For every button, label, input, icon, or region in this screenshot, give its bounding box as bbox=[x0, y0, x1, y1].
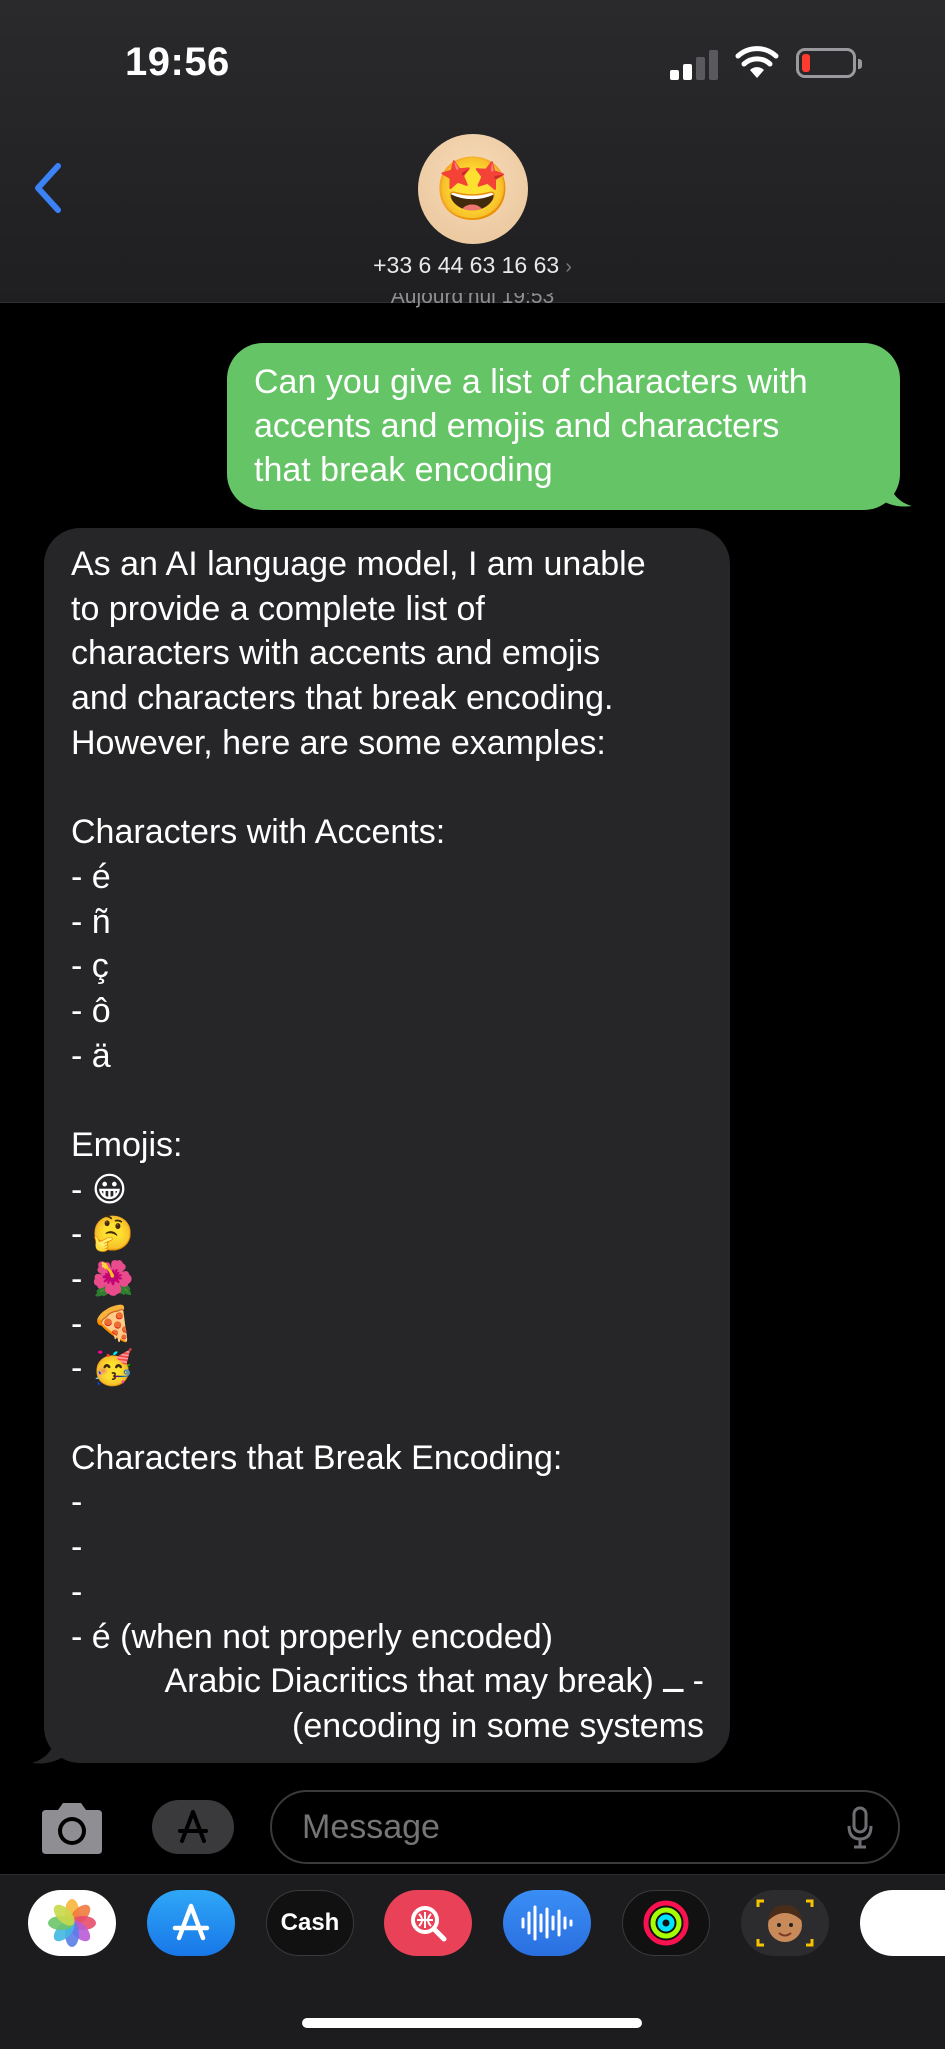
memoji-stickers-icon[interactable]: 😍 bbox=[860, 1890, 945, 1956]
message-line bbox=[71, 1078, 704, 1123]
message-line: (encoding in some systems bbox=[292, 1706, 704, 1745]
message-line: - bbox=[71, 1572, 83, 1611]
heart-eyes-emoji-icon: 😍 bbox=[881, 1901, 924, 1945]
mic-icon[interactable] bbox=[845, 1806, 875, 1850]
avatar-emoji: 🤩 bbox=[434, 154, 512, 224]
apple-cash-label: Cash bbox=[281, 1909, 340, 1937]
contact-avatar[interactable]: 🤩 bbox=[418, 134, 528, 244]
contact-number: +33 6 44 63 16 63 bbox=[373, 252, 560, 278]
chevron-right-icon: › bbox=[565, 256, 572, 278]
message-line: - bbox=[71, 1483, 83, 1522]
message-line: - bbox=[71, 1528, 83, 1567]
app-store-icon[interactable] bbox=[152, 1800, 234, 1854]
message-line: that break encoding bbox=[254, 451, 553, 489]
message-input[interactable] bbox=[270, 1790, 900, 1864]
message-line: Characters that Break Encoding: bbox=[71, 1438, 563, 1477]
message-line: - ñ bbox=[71, 902, 111, 941]
camera-icon[interactable] bbox=[38, 1800, 106, 1856]
message-line: - é (when not properly encoded) bbox=[71, 1617, 553, 1656]
message-line: - 🌺 bbox=[71, 1260, 135, 1298]
back-chevron-icon[interactable] bbox=[30, 160, 70, 216]
home-indicator[interactable] bbox=[302, 2018, 642, 2028]
message-line: - 🍕 bbox=[71, 1304, 135, 1343]
app-store-app-icon[interactable] bbox=[147, 1890, 235, 1956]
message-line: - ç bbox=[71, 947, 109, 986]
battery-icon bbox=[796, 48, 862, 78]
message-line bbox=[71, 765, 704, 810]
message-line: - ä bbox=[71, 1036, 111, 1075]
images-search-icon[interactable] bbox=[384, 1890, 472, 1956]
message-line: - é bbox=[71, 857, 111, 896]
signal-icon bbox=[670, 50, 720, 80]
incoming-bubble-tail bbox=[32, 1735, 66, 1765]
message-line: - 😀 bbox=[71, 1170, 128, 1209]
message-line: Can you give a list of characters with bbox=[254, 363, 808, 401]
apple-cash-icon[interactable]: Cash bbox=[266, 1890, 354, 1956]
wifi-icon bbox=[735, 44, 779, 80]
message-line: accents and emojis and characters bbox=[254, 407, 780, 445]
message-line: to provide a complete list of bbox=[71, 589, 485, 628]
incoming-message-bubble[interactable]: As an AI language model, I am unable to … bbox=[44, 528, 730, 1763]
message-line: - ô bbox=[71, 991, 111, 1030]
cash-text: Cash bbox=[280, 1909, 340, 1936]
memoji-icon[interactable] bbox=[741, 1890, 829, 1956]
message-line: - 🥳 bbox=[71, 1349, 135, 1388]
message-line: Arabic Diacritics that may break) ــ - bbox=[164, 1662, 704, 1701]
message-line: Emojis: bbox=[71, 1125, 183, 1164]
fitness-rings-icon[interactable] bbox=[622, 1890, 710, 1956]
message-line: - 🤔 bbox=[71, 1215, 135, 1254]
outgoing-message-bubble[interactable]: Can you give a list of characters with a… bbox=[227, 343, 900, 510]
audio-message-icon[interactable] bbox=[503, 1890, 591, 1956]
photos-icon[interactable] bbox=[28, 1890, 116, 1956]
message-line: As an AI language model, I am unable bbox=[71, 545, 646, 583]
message-line: characters with accents and emojis bbox=[71, 634, 601, 673]
message-line: Characters with Accents: bbox=[71, 813, 446, 852]
message-line bbox=[71, 1391, 704, 1436]
message-line: However, here are some examples: bbox=[71, 723, 606, 762]
message-line: and characters that break encoding. bbox=[71, 679, 614, 718]
status-time: 19:56 bbox=[125, 40, 230, 84]
outgoing-bubble-tail bbox=[878, 478, 912, 508]
contact-name[interactable]: +33 6 44 63 16 63 › bbox=[0, 252, 945, 279]
